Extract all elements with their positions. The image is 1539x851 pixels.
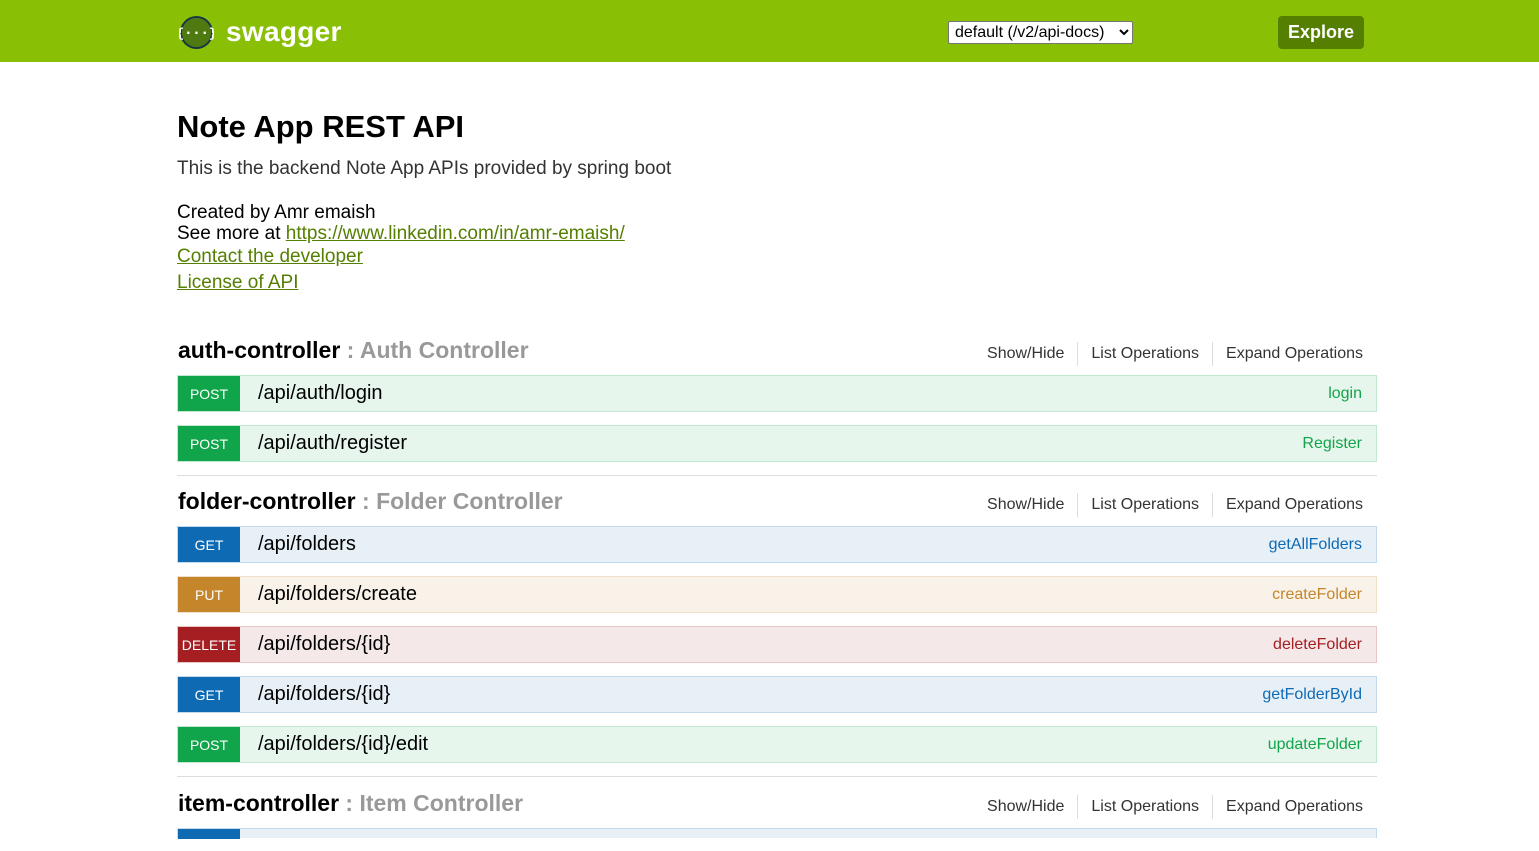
resource-options: Show/Hide List Operations Expand Operati… xyxy=(974,493,1363,517)
expand-operations-link[interactable]: Expand Operations xyxy=(1212,795,1363,819)
resource-description: : Item Controller xyxy=(345,790,524,816)
http-method-badge[interactable]: POST xyxy=(178,727,240,762)
see-more-line: See more at https://www.linkedin.com/in/… xyxy=(177,223,1377,244)
operation-path[interactable]: /api/auth/register xyxy=(258,432,407,455)
api-info: Note App REST API This is the backend No… xyxy=(177,105,1377,296)
resource-title[interactable]: item-controller : Item Controller xyxy=(178,787,523,819)
http-method-badge[interactable]: DELETE xyxy=(178,627,240,662)
swagger-logo[interactable]: {···} swagger xyxy=(179,14,342,50)
operation-nickname[interactable]: getFolderById xyxy=(1262,686,1362,704)
resource-options: Show/Hide List Operations Expand Operati… xyxy=(974,342,1363,366)
operation-get-folder-by-id[interactable]: GET /api/folders/{id} getFolderById xyxy=(177,676,1377,713)
http-method-badge[interactable]: GET xyxy=(178,677,240,712)
operation-post-folder-edit[interactable]: POST /api/folders/{id}/edit updateFolder xyxy=(177,726,1377,763)
expand-operations-link[interactable]: Expand Operations xyxy=(1212,493,1363,517)
http-method-badge[interactable]: POST xyxy=(178,376,240,411)
operation-path[interactable]: /api/folders/{id} xyxy=(258,683,390,706)
operation-delete-folder[interactable]: DELETE /api/folders/{id} deleteFolder xyxy=(177,626,1377,663)
api-description: This is the backend Note App APIs provid… xyxy=(177,158,672,179)
resource-auth-controller: auth-controller : Auth Controller Show/H… xyxy=(177,334,1377,475)
operation-path[interactable]: /api/folders/create xyxy=(258,583,417,606)
http-method-badge[interactable]: PUT xyxy=(178,577,240,612)
show-hide-link[interactable]: Show/Hide xyxy=(974,342,1077,366)
linkedin-link[interactable]: https://www.linkedin.com/in/amr-emaish/ xyxy=(286,223,625,244)
operation-nickname[interactable]: Register xyxy=(1302,435,1362,453)
license-line: License of API xyxy=(177,270,1377,296)
operation-path[interactable]: /api/folders xyxy=(258,533,356,556)
operation-nickname[interactable]: login xyxy=(1328,385,1362,403)
expand-operations-link[interactable]: Expand Operations xyxy=(1212,342,1363,366)
list-operations-link[interactable]: List Operations xyxy=(1077,795,1212,819)
resource-heading: folder-controller : Folder Controller Sh… xyxy=(177,485,1377,523)
resource-heading: auth-controller : Auth Controller Show/H… xyxy=(177,334,1377,372)
resource-folder-controller: folder-controller : Folder Controller Sh… xyxy=(177,485,1377,776)
resource-description: : Auth Controller xyxy=(346,337,529,363)
operation-post-auth-register[interactable]: POST /api/auth/register Register xyxy=(177,425,1377,462)
resource-item-controller: item-controller : Item Controller Show/H… xyxy=(177,787,1377,851)
resource-options: Show/Hide List Operations Expand Operati… xyxy=(974,795,1363,819)
operation-get-folders[interactable]: GET /api/folders getAllFolders xyxy=(177,526,1377,563)
http-method-badge[interactable]: GET xyxy=(178,527,240,562)
show-hide-link[interactable]: Show/Hide xyxy=(974,795,1077,819)
resource-divider xyxy=(177,776,1377,777)
operation-path[interactable]: /api/folders/{id} xyxy=(258,633,390,656)
resource-name[interactable]: auth-controller xyxy=(178,337,340,363)
license-link[interactable]: License of API xyxy=(177,272,298,293)
svg-text:{···}: {···} xyxy=(179,25,214,41)
operation-nickname[interactable]: deleteFolder xyxy=(1273,636,1362,654)
explore-button[interactable]: Explore xyxy=(1278,16,1364,49)
created-by-text: Created by Amr emaish xyxy=(177,202,376,223)
resource-divider xyxy=(177,475,1377,476)
swagger-logo-icon: {···} xyxy=(179,15,214,49)
http-method-badge[interactable]: POST xyxy=(178,426,240,461)
list-operations-link[interactable]: List Operations xyxy=(1077,342,1212,366)
operation-nickname[interactable]: updateFolder xyxy=(1268,736,1362,754)
api-title: Note App REST API xyxy=(177,109,465,144)
operation-put-folders-create[interactable]: PUT /api/folders/create createFolder xyxy=(177,576,1377,613)
resource-name[interactable]: folder-controller xyxy=(178,488,356,514)
contact-developer-link[interactable]: Contact the developer xyxy=(177,246,363,267)
api-docs-select[interactable]: default (/v2/api-docs) xyxy=(948,21,1133,44)
resource-heading: item-controller : Item Controller Show/H… xyxy=(177,787,1377,825)
resource-name[interactable]: item-controller xyxy=(178,790,339,816)
see-more-prefix: See more at xyxy=(177,223,286,244)
logo-text: swagger xyxy=(226,16,342,47)
show-hide-link[interactable]: Show/Hide xyxy=(974,493,1077,517)
resource-title[interactable]: folder-controller : Folder Controller xyxy=(178,485,563,517)
resource-description: : Folder Controller xyxy=(362,488,563,514)
list-operations-link[interactable]: List Operations xyxy=(1077,493,1212,517)
api-meta: Created by Amr emaish See more at https:… xyxy=(177,202,1377,244)
operation-post-auth-login[interactable]: POST /api/auth/login login xyxy=(177,375,1377,412)
contact-line: Contact the developer xyxy=(177,244,1377,270)
operation-path[interactable]: /api/folders/{id}/edit xyxy=(258,733,428,756)
resource-title[interactable]: auth-controller : Auth Controller xyxy=(178,334,529,366)
operation-nickname[interactable]: getAllFolders xyxy=(1269,536,1362,554)
top-header-bar: {···} swagger default (/v2/api-docs) Exp… xyxy=(0,0,1539,62)
operation-path[interactable]: /api/auth/login xyxy=(258,382,383,405)
operation-partial-row[interactable] xyxy=(177,828,1377,839)
operation-nickname[interactable]: createFolder xyxy=(1272,586,1362,604)
